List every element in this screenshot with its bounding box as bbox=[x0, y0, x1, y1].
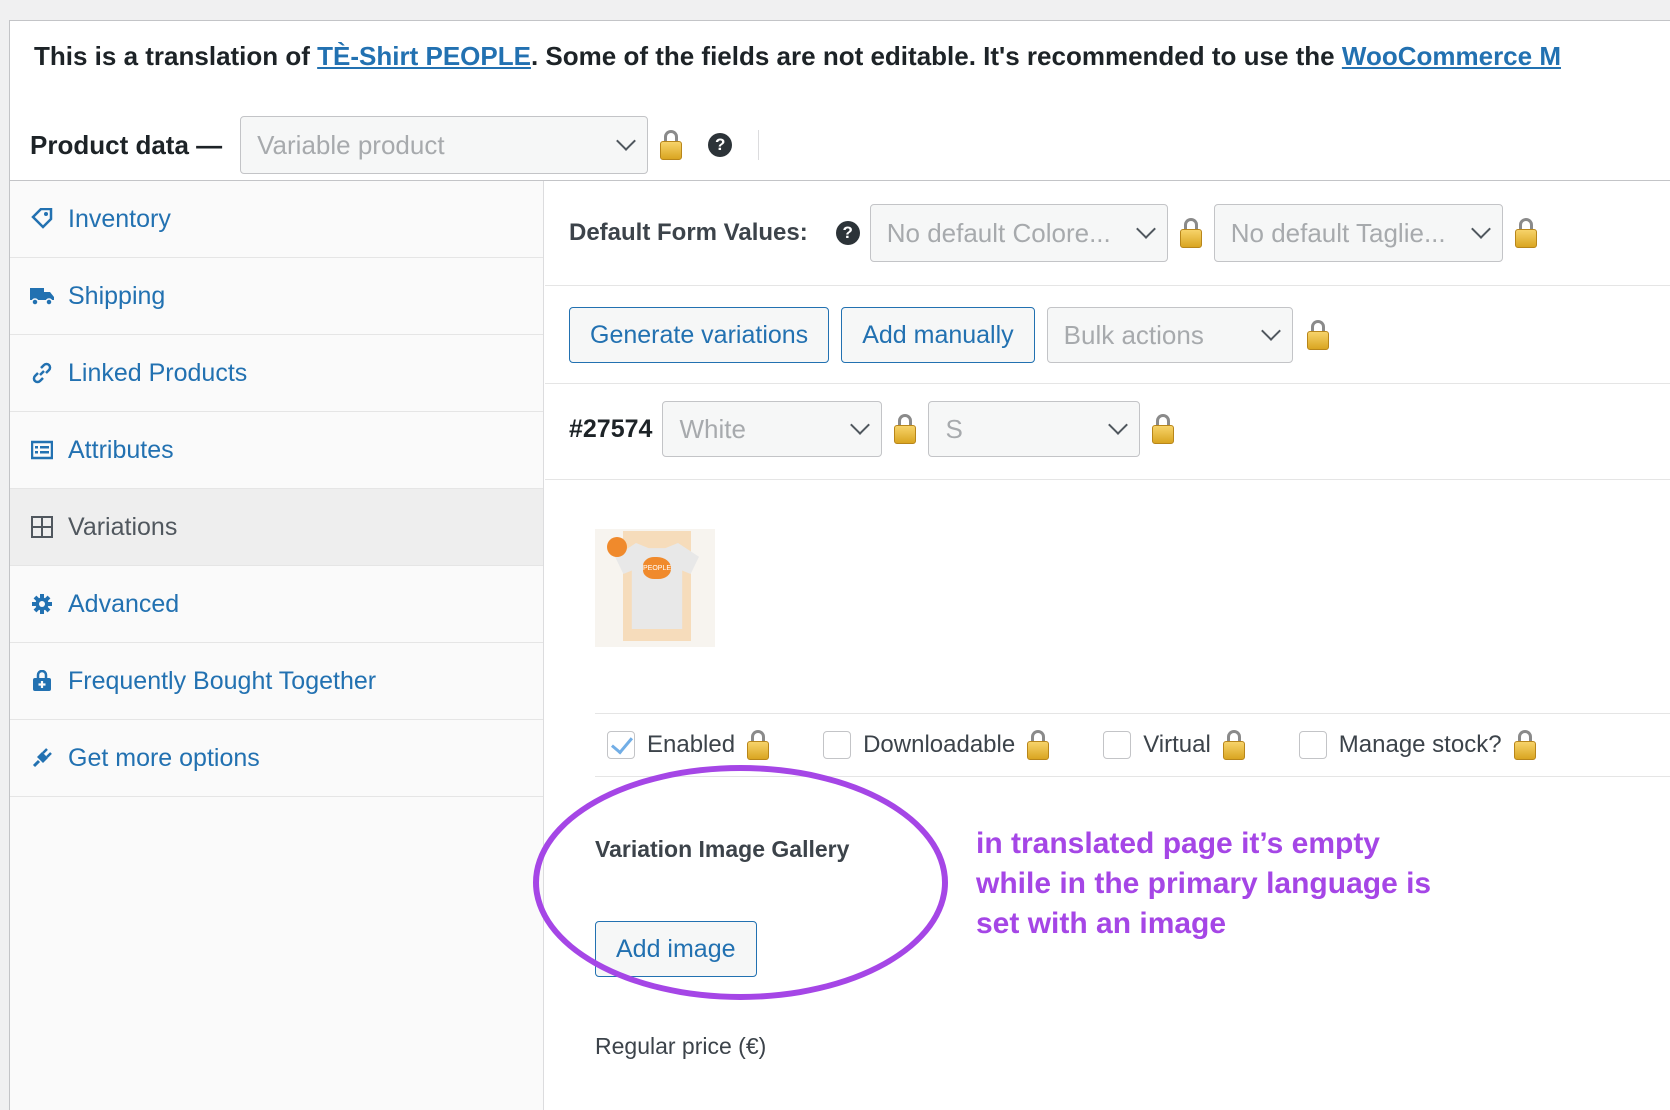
checkbox-label: Virtual bbox=[1143, 731, 1211, 758]
chevron-down-icon bbox=[1108, 415, 1129, 435]
lock-icon bbox=[1179, 218, 1202, 248]
divider bbox=[545, 285, 1670, 286]
variation-color-select[interactable]: White bbox=[662, 401, 883, 457]
variation-image-thumbnail[interactable]: PEOPLE bbox=[595, 529, 715, 647]
lock-icon bbox=[1152, 414, 1175, 444]
lock-icon bbox=[1222, 730, 1245, 760]
grid-icon bbox=[30, 515, 54, 539]
people-logo: PEOPLE bbox=[643, 557, 671, 579]
translation-notice: This is a translation of TÈ-Shirt PEOPLE… bbox=[34, 41, 1561, 72]
woocommerce-link[interactable]: WooCommerce M bbox=[1342, 41, 1561, 71]
lock-icon bbox=[894, 414, 917, 444]
enabled-option: Enabled bbox=[607, 730, 781, 760]
divider bbox=[758, 130, 760, 160]
manage-stock-checkbox[interactable] bbox=[1298, 731, 1327, 759]
tab-label: Get more options bbox=[68, 743, 260, 772]
add-manually-button[interactable]: Add manually bbox=[841, 307, 1035, 363]
manage-stock-option: Manage stock? bbox=[1298, 730, 1548, 760]
product-type-select[interactable]: Variable product bbox=[240, 116, 649, 174]
enabled-checkbox[interactable] bbox=[607, 731, 635, 759]
variation-size-value: S bbox=[945, 413, 963, 444]
lock-icon bbox=[1514, 218, 1537, 248]
product-data-tabs: Inventory Shipping Linked Products Attri… bbox=[10, 181, 544, 1110]
product-data-header: Product data — Variable product ? bbox=[30, 116, 760, 174]
virtual-option: Virtual bbox=[1103, 730, 1257, 760]
checkbox-label: Manage stock? bbox=[1338, 731, 1502, 758]
lock-icon bbox=[747, 730, 770, 760]
fluo-badge bbox=[607, 537, 627, 557]
notice-middle: . Some of the fields are not editable. I… bbox=[530, 41, 1342, 71]
default-size-value: No default Taglie... bbox=[1230, 217, 1446, 248]
original-product-link[interactable]: TÈ-Shirt PEOPLE bbox=[317, 41, 531, 71]
variation-size-select[interactable]: S bbox=[928, 401, 1141, 457]
tag-icon bbox=[30, 207, 54, 231]
bulk-actions-select[interactable]: Bulk actions bbox=[1046, 307, 1293, 363]
divider bbox=[545, 383, 1670, 384]
annotation-line: in translated page it’s empty bbox=[976, 827, 1380, 860]
tab-shipping[interactable]: Shipping bbox=[10, 258, 543, 335]
chevron-down-icon bbox=[850, 415, 871, 435]
default-size-select[interactable]: No default Taglie... bbox=[1213, 204, 1503, 262]
generate-variations-button[interactable]: Generate variations bbox=[569, 307, 830, 363]
variation-actions: Generate variations Add manually Bulk ac… bbox=[569, 307, 1341, 363]
tab-variations[interactable]: Variations bbox=[10, 489, 543, 566]
lock-icon bbox=[660, 130, 683, 160]
tab-linked-products[interactable]: Linked Products bbox=[10, 335, 543, 412]
variation-id: #27574 bbox=[569, 414, 653, 443]
tab-inventory[interactable]: Inventory bbox=[10, 181, 543, 258]
tab-label: Frequently Bought Together bbox=[68, 666, 377, 695]
default-color-value: No default Colore... bbox=[886, 217, 1111, 248]
tab-label: Shipping bbox=[68, 281, 166, 310]
default-color-select[interactable]: No default Colore... bbox=[869, 204, 1168, 262]
bulk-actions-value: Bulk actions bbox=[1063, 319, 1204, 350]
checkbox-label: Enabled bbox=[647, 731, 736, 758]
help-icon[interactable]: ? bbox=[708, 133, 733, 157]
tab-frequently-bought-together[interactable]: Frequently Bought Together bbox=[10, 643, 543, 720]
regular-price-label: Regular price (€) bbox=[595, 1033, 767, 1059]
tab-attributes[interactable]: Attributes bbox=[10, 412, 543, 489]
bag-icon bbox=[30, 669, 54, 693]
truck-icon bbox=[30, 284, 54, 308]
product-data-title: Product data — bbox=[30, 129, 223, 160]
product-type-value: Variable product bbox=[257, 129, 445, 160]
variation-header: #27574 White S bbox=[569, 401, 1186, 457]
chevron-down-icon bbox=[616, 131, 637, 151]
tab-label: Variations bbox=[68, 512, 178, 541]
chevron-down-icon bbox=[1260, 321, 1281, 341]
tab-advanced[interactable]: Advanced bbox=[10, 566, 543, 643]
annotation-line: set with an image bbox=[976, 907, 1227, 940]
chevron-down-icon bbox=[1135, 219, 1156, 239]
notice-prefix: This is a translation of bbox=[34, 41, 318, 71]
virtual-checkbox[interactable] bbox=[1103, 731, 1132, 759]
lock-icon bbox=[1513, 730, 1536, 760]
variation-color-value: White bbox=[679, 413, 746, 444]
annotation-text: in translated page it’s empty while in t… bbox=[976, 824, 1496, 944]
default-form-values-label: Default Form Values: bbox=[569, 219, 808, 246]
tab-get-more-options[interactable]: Get more options bbox=[10, 720, 543, 797]
annotation-line: while in the primary language is bbox=[976, 867, 1432, 900]
checkbox-label: Downloadable bbox=[863, 731, 1016, 758]
tab-label: Attributes bbox=[68, 435, 174, 464]
annotation-ellipse bbox=[533, 765, 948, 1000]
list-icon bbox=[30, 438, 54, 462]
gear-icon bbox=[30, 592, 54, 616]
link-icon bbox=[30, 361, 54, 385]
lock-icon bbox=[1027, 730, 1050, 760]
help-icon[interactable]: ? bbox=[835, 221, 860, 245]
tab-label: Linked Products bbox=[68, 358, 248, 387]
downloadable-option: Downloadable bbox=[823, 730, 1061, 760]
downloadable-checkbox[interactable] bbox=[823, 731, 852, 759]
tab-label: Advanced bbox=[68, 589, 180, 618]
tab-label: Inventory bbox=[68, 204, 171, 233]
default-form-values-row: Default Form Values: ? No default Colore… bbox=[569, 204, 1549, 262]
lock-icon bbox=[1306, 320, 1329, 350]
chevron-down-icon bbox=[1470, 219, 1491, 239]
divider bbox=[545, 479, 1670, 480]
plugin-icon bbox=[30, 746, 54, 770]
